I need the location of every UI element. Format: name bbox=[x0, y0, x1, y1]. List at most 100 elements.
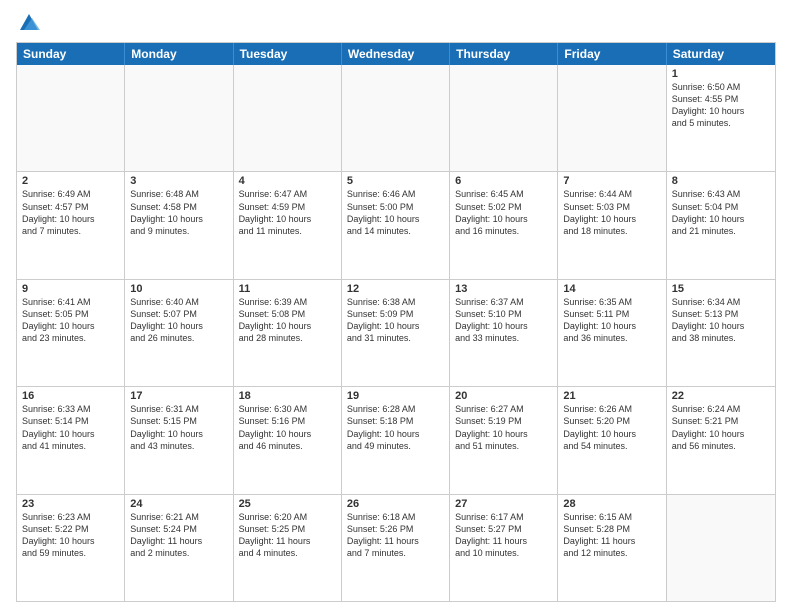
calendar-cell: 2Sunrise: 6:49 AM Sunset: 4:57 PM Daylig… bbox=[17, 172, 125, 278]
day-number: 14 bbox=[563, 283, 660, 295]
calendar-cell bbox=[342, 65, 450, 171]
cell-info: Sunrise: 6:34 AM Sunset: 5:13 PM Dayligh… bbox=[672, 296, 770, 345]
calendar-cell: 22Sunrise: 6:24 AM Sunset: 5:21 PM Dayli… bbox=[667, 387, 775, 493]
calendar-row: 23Sunrise: 6:23 AM Sunset: 5:22 PM Dayli… bbox=[17, 495, 775, 601]
cell-info: Sunrise: 6:24 AM Sunset: 5:21 PM Dayligh… bbox=[672, 403, 770, 452]
day-number: 24 bbox=[130, 498, 227, 510]
calendar-cell: 25Sunrise: 6:20 AM Sunset: 5:25 PM Dayli… bbox=[234, 495, 342, 601]
cell-info: Sunrise: 6:20 AM Sunset: 5:25 PM Dayligh… bbox=[239, 511, 336, 560]
day-number: 26 bbox=[347, 498, 444, 510]
calendar-cell bbox=[667, 495, 775, 601]
day-number: 6 bbox=[455, 175, 552, 187]
logo-icon bbox=[18, 12, 40, 34]
day-number: 21 bbox=[563, 390, 660, 402]
cell-info: Sunrise: 6:40 AM Sunset: 5:07 PM Dayligh… bbox=[130, 296, 227, 345]
calendar-cell bbox=[17, 65, 125, 171]
day-number: 11 bbox=[239, 283, 336, 295]
day-number: 23 bbox=[22, 498, 119, 510]
day-number: 1 bbox=[672, 68, 770, 80]
day-number: 28 bbox=[563, 498, 660, 510]
day-number: 8 bbox=[672, 175, 770, 187]
cell-info: Sunrise: 6:37 AM Sunset: 5:10 PM Dayligh… bbox=[455, 296, 552, 345]
calendar-cell: 11Sunrise: 6:39 AM Sunset: 5:08 PM Dayli… bbox=[234, 280, 342, 386]
calendar-cell bbox=[234, 65, 342, 171]
cell-info: Sunrise: 6:44 AM Sunset: 5:03 PM Dayligh… bbox=[563, 188, 660, 237]
day-number: 5 bbox=[347, 175, 444, 187]
day-number: 2 bbox=[22, 175, 119, 187]
day-number: 20 bbox=[455, 390, 552, 402]
weekday-header: Friday bbox=[558, 43, 666, 65]
day-number: 4 bbox=[239, 175, 336, 187]
cell-info: Sunrise: 6:28 AM Sunset: 5:18 PM Dayligh… bbox=[347, 403, 444, 452]
calendar-row: 2Sunrise: 6:49 AM Sunset: 4:57 PM Daylig… bbox=[17, 172, 775, 279]
calendar-cell: 12Sunrise: 6:38 AM Sunset: 5:09 PM Dayli… bbox=[342, 280, 450, 386]
calendar-header: SundayMondayTuesdayWednesdayThursdayFrid… bbox=[17, 43, 775, 65]
day-number: 18 bbox=[239, 390, 336, 402]
calendar-cell: 28Sunrise: 6:15 AM Sunset: 5:28 PM Dayli… bbox=[558, 495, 666, 601]
calendar-cell: 9Sunrise: 6:41 AM Sunset: 5:05 PM Daylig… bbox=[17, 280, 125, 386]
cell-info: Sunrise: 6:21 AM Sunset: 5:24 PM Dayligh… bbox=[130, 511, 227, 560]
calendar-row: 9Sunrise: 6:41 AM Sunset: 5:05 PM Daylig… bbox=[17, 280, 775, 387]
weekday-header: Sunday bbox=[17, 43, 125, 65]
day-number: 22 bbox=[672, 390, 770, 402]
cell-info: Sunrise: 6:30 AM Sunset: 5:16 PM Dayligh… bbox=[239, 403, 336, 452]
calendar-cell bbox=[125, 65, 233, 171]
weekday-header: Wednesday bbox=[342, 43, 450, 65]
cell-info: Sunrise: 6:23 AM Sunset: 5:22 PM Dayligh… bbox=[22, 511, 119, 560]
calendar-row: 16Sunrise: 6:33 AM Sunset: 5:14 PM Dayli… bbox=[17, 387, 775, 494]
calendar-cell: 24Sunrise: 6:21 AM Sunset: 5:24 PM Dayli… bbox=[125, 495, 233, 601]
calendar-cell: 15Sunrise: 6:34 AM Sunset: 5:13 PM Dayli… bbox=[667, 280, 775, 386]
cell-info: Sunrise: 6:48 AM Sunset: 4:58 PM Dayligh… bbox=[130, 188, 227, 237]
calendar-cell bbox=[450, 65, 558, 171]
calendar-cell: 23Sunrise: 6:23 AM Sunset: 5:22 PM Dayli… bbox=[17, 495, 125, 601]
day-number: 25 bbox=[239, 498, 336, 510]
calendar-cell: 17Sunrise: 6:31 AM Sunset: 5:15 PM Dayli… bbox=[125, 387, 233, 493]
day-number: 10 bbox=[130, 283, 227, 295]
cell-info: Sunrise: 6:35 AM Sunset: 5:11 PM Dayligh… bbox=[563, 296, 660, 345]
weekday-header: Saturday bbox=[667, 43, 775, 65]
weekday-header: Thursday bbox=[450, 43, 558, 65]
cell-info: Sunrise: 6:31 AM Sunset: 5:15 PM Dayligh… bbox=[130, 403, 227, 452]
cell-info: Sunrise: 6:41 AM Sunset: 5:05 PM Dayligh… bbox=[22, 296, 119, 345]
day-number: 19 bbox=[347, 390, 444, 402]
weekday-header: Tuesday bbox=[234, 43, 342, 65]
calendar-cell: 21Sunrise: 6:26 AM Sunset: 5:20 PM Dayli… bbox=[558, 387, 666, 493]
calendar-cell: 13Sunrise: 6:37 AM Sunset: 5:10 PM Dayli… bbox=[450, 280, 558, 386]
calendar-cell: 27Sunrise: 6:17 AM Sunset: 5:27 PM Dayli… bbox=[450, 495, 558, 601]
cell-info: Sunrise: 6:46 AM Sunset: 5:00 PM Dayligh… bbox=[347, 188, 444, 237]
cell-info: Sunrise: 6:26 AM Sunset: 5:20 PM Dayligh… bbox=[563, 403, 660, 452]
cell-info: Sunrise: 6:38 AM Sunset: 5:09 PM Dayligh… bbox=[347, 296, 444, 345]
day-number: 27 bbox=[455, 498, 552, 510]
logo bbox=[16, 12, 40, 34]
cell-info: Sunrise: 6:33 AM Sunset: 5:14 PM Dayligh… bbox=[22, 403, 119, 452]
day-number: 15 bbox=[672, 283, 770, 295]
day-number: 13 bbox=[455, 283, 552, 295]
cell-info: Sunrise: 6:18 AM Sunset: 5:26 PM Dayligh… bbox=[347, 511, 444, 560]
calendar-cell: 26Sunrise: 6:18 AM Sunset: 5:26 PM Dayli… bbox=[342, 495, 450, 601]
calendar-cell: 18Sunrise: 6:30 AM Sunset: 5:16 PM Dayli… bbox=[234, 387, 342, 493]
header bbox=[16, 12, 776, 34]
cell-info: Sunrise: 6:43 AM Sunset: 5:04 PM Dayligh… bbox=[672, 188, 770, 237]
weekday-header: Monday bbox=[125, 43, 233, 65]
calendar: SundayMondayTuesdayWednesdayThursdayFrid… bbox=[16, 42, 776, 602]
calendar-cell: 20Sunrise: 6:27 AM Sunset: 5:19 PM Dayli… bbox=[450, 387, 558, 493]
calendar-body: 1Sunrise: 6:50 AM Sunset: 4:55 PM Daylig… bbox=[17, 65, 775, 601]
day-number: 12 bbox=[347, 283, 444, 295]
day-number: 17 bbox=[130, 390, 227, 402]
calendar-cell: 4Sunrise: 6:47 AM Sunset: 4:59 PM Daylig… bbox=[234, 172, 342, 278]
cell-info: Sunrise: 6:50 AM Sunset: 4:55 PM Dayligh… bbox=[672, 81, 770, 130]
calendar-cell: 19Sunrise: 6:28 AM Sunset: 5:18 PM Dayli… bbox=[342, 387, 450, 493]
calendar-cell: 14Sunrise: 6:35 AM Sunset: 5:11 PM Dayli… bbox=[558, 280, 666, 386]
cell-info: Sunrise: 6:27 AM Sunset: 5:19 PM Dayligh… bbox=[455, 403, 552, 452]
calendar-cell: 8Sunrise: 6:43 AM Sunset: 5:04 PM Daylig… bbox=[667, 172, 775, 278]
day-number: 3 bbox=[130, 175, 227, 187]
cell-info: Sunrise: 6:17 AM Sunset: 5:27 PM Dayligh… bbox=[455, 511, 552, 560]
calendar-cell: 1Sunrise: 6:50 AM Sunset: 4:55 PM Daylig… bbox=[667, 65, 775, 171]
page: SundayMondayTuesdayWednesdayThursdayFrid… bbox=[0, 0, 792, 612]
calendar-cell: 16Sunrise: 6:33 AM Sunset: 5:14 PM Dayli… bbox=[17, 387, 125, 493]
day-number: 16 bbox=[22, 390, 119, 402]
calendar-row: 1Sunrise: 6:50 AM Sunset: 4:55 PM Daylig… bbox=[17, 65, 775, 172]
cell-info: Sunrise: 6:49 AM Sunset: 4:57 PM Dayligh… bbox=[22, 188, 119, 237]
calendar-cell: 10Sunrise: 6:40 AM Sunset: 5:07 PM Dayli… bbox=[125, 280, 233, 386]
cell-info: Sunrise: 6:15 AM Sunset: 5:28 PM Dayligh… bbox=[563, 511, 660, 560]
